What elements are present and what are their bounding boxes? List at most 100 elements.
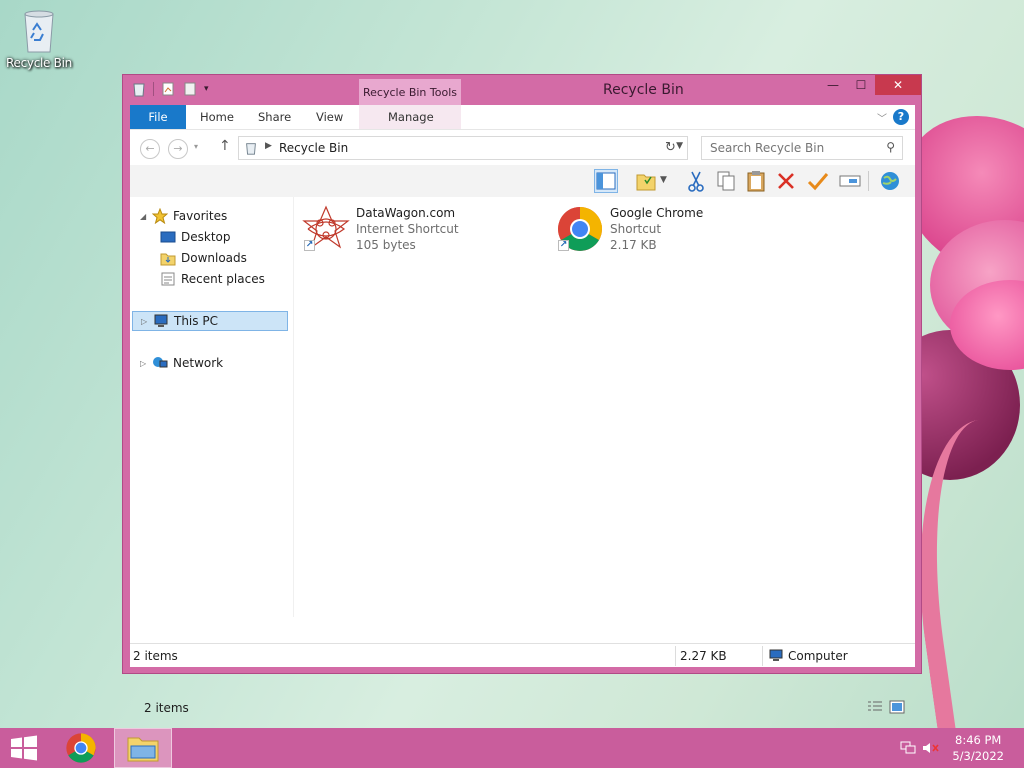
rename-icon: [839, 175, 861, 187]
file-explorer-icon: [127, 737, 159, 762]
folder-options-button[interactable]: [634, 169, 658, 193]
back-button[interactable]: ←: [140, 139, 160, 159]
qat-dropdown-icon[interactable]: ▾: [204, 84, 209, 94]
breadcrumb-separator-icon[interactable]: ▶: [265, 141, 272, 151]
refresh-icon[interactable]: ↻: [665, 140, 676, 155]
copy-icon: [717, 171, 735, 191]
large-icons-view-icon[interactable]: [889, 700, 905, 714]
explorer-window: ▾ Recycle Bin Tools Recycle Bin — ☐ ✕ Fi…: [122, 74, 922, 715]
nav-label: Downloads: [181, 251, 247, 265]
file-size: 105 bytes: [356, 238, 416, 252]
tab-view[interactable]: View: [316, 105, 343, 129]
recycle-bin-path-icon: [246, 143, 256, 155]
folder-options-dropdown-icon[interactable]: ▼: [660, 175, 667, 185]
nav-recent-places[interactable]: Recent places: [160, 269, 265, 289]
file-size: 2.17 KB: [610, 238, 657, 252]
recycle-bin-small-icon: [133, 83, 145, 97]
desktop-recycle-bin[interactable]: Recycle Bin: [6, 8, 72, 70]
file-item-google-chrome[interactable]: ↗ Google Chrome Shortcut 2.17 KB: [556, 205, 703, 255]
clipboard-icon: [747, 171, 765, 192]
file-name: DataWagon.com: [356, 206, 456, 220]
close-button[interactable]: ✕: [875, 75, 921, 95]
tab-manage[interactable]: Manage: [388, 105, 434, 129]
nav-label: Recent places: [181, 272, 265, 286]
status-item-count: 2 items: [133, 649, 178, 663]
search-input[interactable]: [702, 137, 872, 159]
navigation-pane: ◢ Favorites Desktop Downloads Recent pla…: [130, 197, 294, 617]
help-icon[interactable]: ?: [893, 109, 909, 125]
search-icon[interactable]: ⚲: [886, 140, 895, 154]
address-dropdown-icon[interactable]: ▼: [676, 141, 683, 151]
delete-button[interactable]: [774, 169, 798, 193]
toolbar-divider: [868, 171, 869, 191]
datawagon-icon: ↗: [302, 205, 350, 253]
start-button[interactable]: [0, 728, 48, 768]
status-size: 2.27 KB: [680, 649, 727, 663]
windows-logo-icon: [11, 735, 37, 761]
maximize-button[interactable]: ☐: [847, 75, 875, 95]
window-controls: — ☐ ✕: [819, 75, 921, 95]
nav-downloads[interactable]: Downloads: [160, 248, 247, 268]
expand-icon[interactable]: ▷: [140, 359, 150, 368]
file-type: Internet Shortcut: [356, 222, 459, 236]
file-type: Shortcut: [610, 222, 662, 236]
expand-icon[interactable]: ▷: [141, 317, 151, 326]
computer-icon: [153, 313, 169, 329]
tab-share[interactable]: Share: [258, 105, 291, 129]
red-x-icon: [778, 173, 794, 189]
star-icon: [151, 207, 169, 225]
tab-home[interactable]: Home: [200, 105, 234, 129]
expand-ribbon-icon[interactable]: ﹀: [877, 110, 887, 125]
restore-button[interactable]: [806, 169, 830, 193]
file-item-datawagon[interactable]: ↗ DataWagon.com Internet Shortcut 105 by…: [302, 205, 459, 255]
shortcut-arrow-icon: ↗: [304, 240, 315, 251]
downloads-folder-icon: [160, 250, 176, 266]
recycle-bin-icon: [24, 10, 54, 53]
status-divider: [762, 646, 763, 666]
web-button[interactable]: [878, 169, 902, 193]
taskbar-file-explorer[interactable]: [114, 728, 172, 768]
minimize-button[interactable]: —: [819, 75, 847, 95]
taskbar-chrome[interactable]: [52, 728, 110, 768]
rename-button[interactable]: [838, 169, 862, 193]
nav-network[interactable]: ▷ Network: [140, 353, 223, 373]
title-bar[interactable]: ▾ Recycle Bin Tools Recycle Bin — ☐ ✕: [123, 75, 921, 107]
search-box[interactable]: ⚲: [701, 136, 903, 160]
paste-button[interactable]: [744, 169, 768, 193]
properties-icon[interactable]: [160, 81, 176, 97]
explorer-body: ◢ Favorites Desktop Downloads Recent pla…: [130, 197, 915, 715]
volume-muted-icon[interactable]: [922, 741, 940, 755]
network-status-icon[interactable]: [900, 741, 916, 755]
breadcrumb[interactable]: Recycle Bin: [279, 141, 348, 155]
scissors-icon: [688, 171, 704, 192]
layout-pane-icon: [596, 172, 616, 190]
clock[interactable]: 8:46 PM 5/3/2022: [952, 732, 1004, 764]
command-toolbar: ▼: [130, 165, 915, 197]
forward-button[interactable]: →: [168, 139, 188, 159]
cut-button[interactable]: [684, 169, 708, 193]
collapse-icon[interactable]: ◢: [140, 212, 150, 221]
nav-desktop[interactable]: Desktop: [160, 227, 231, 247]
preview-pane-button[interactable]: [594, 169, 618, 193]
tab-file[interactable]: File: [130, 105, 186, 129]
nav-label: This PC: [174, 314, 218, 328]
nav-label: Network: [173, 356, 224, 370]
content-item-count: 2 items: [144, 701, 189, 715]
address-bar[interactable]: ▶ Recycle Bin ▼: [238, 136, 688, 160]
nav-this-pc[interactable]: ▷ This PC: [132, 311, 288, 331]
copy-button[interactable]: [714, 169, 738, 193]
view-switcher: [867, 700, 905, 714]
up-button[interactable]: ↑: [219, 138, 231, 154]
status-divider: [675, 646, 676, 666]
details-view-icon[interactable]: [867, 700, 883, 714]
globe-icon: [881, 172, 899, 190]
context-tab-group: Recycle Bin Tools: [359, 79, 461, 107]
new-folder-icon[interactable]: [182, 81, 198, 97]
recent-places-icon: [160, 271, 176, 287]
address-row: ← → ▾ ↑ ▶ Recycle Bin ▼ ↻ ⚲: [130, 129, 915, 165]
nav-favorites[interactable]: ◢ Favorites: [140, 206, 227, 226]
shortcut-arrow-icon: ↗: [558, 240, 569, 251]
recent-locations-icon[interactable]: ▾: [194, 142, 198, 151]
desktop-icon-label: Recycle Bin: [6, 56, 72, 70]
window-title: Recycle Bin: [603, 82, 684, 98]
